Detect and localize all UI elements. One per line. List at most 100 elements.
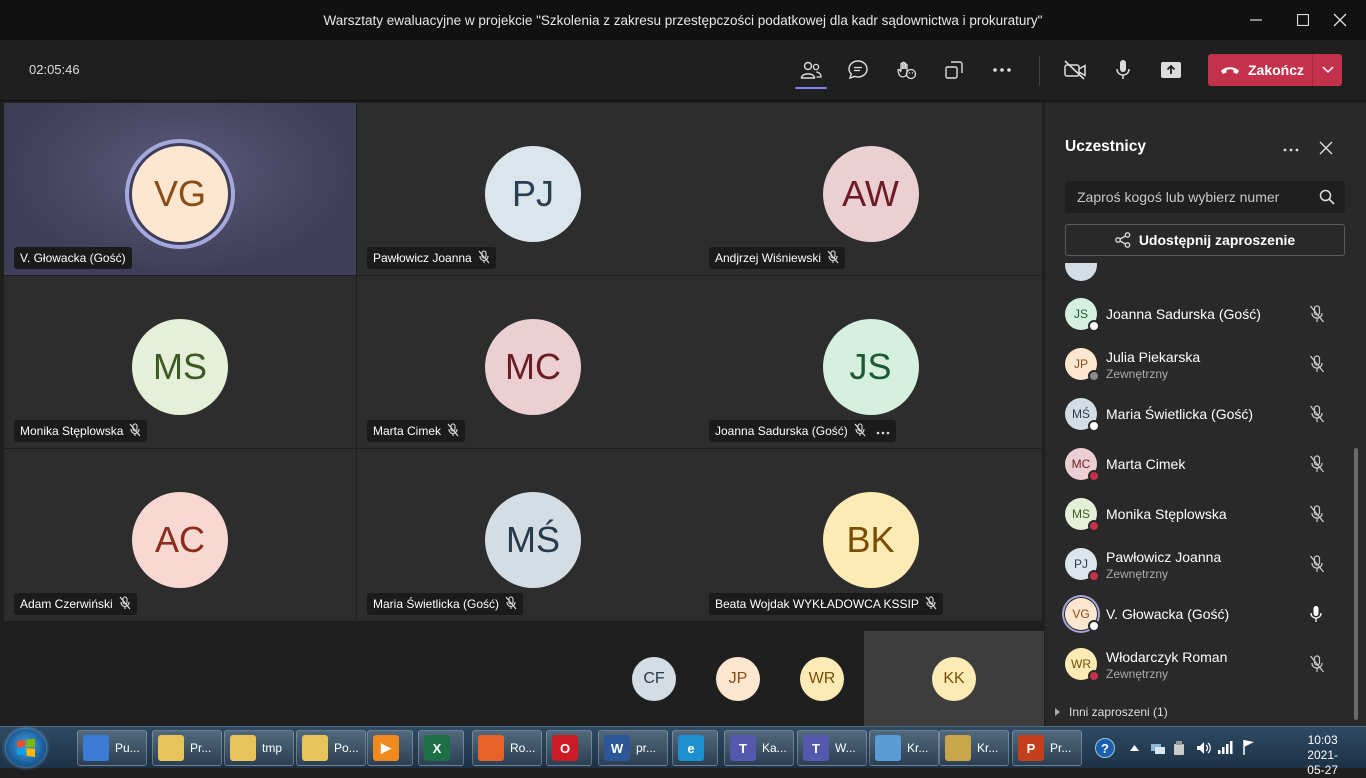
close-icon — [1319, 141, 1333, 155]
taskbar-button[interactable]: Po... — [296, 730, 366, 766]
participant-role: Zewnętrzny — [1106, 367, 1169, 381]
taskbar-button[interactable]: O — [546, 730, 592, 766]
clock-time: 10:03 — [1307, 733, 1338, 747]
leave-button[interactable]: Zakończ — [1208, 54, 1312, 86]
view-button[interactable] — [938, 54, 970, 86]
video-tile[interactable]: AC Adam Czerwiński — [4, 449, 356, 621]
participant-row[interactable]: MC Marta Cimek — [1045, 439, 1350, 489]
participant-row[interactable]: MS Monika Stęplowska — [1045, 489, 1350, 539]
participant-role: Zewnętrzny — [1106, 667, 1169, 681]
video-tile[interactable]: BK Beata Wojdak WYKŁADOWCA KSSIP — [699, 449, 1042, 621]
participant-name: Julia Piekarska — [1106, 349, 1201, 365]
overflow-avatar[interactable]: CF — [632, 657, 676, 701]
taskbar-button[interactable]: Pr... — [152, 730, 222, 766]
invite-search-input[interactable] — [1077, 189, 1317, 205]
taskbar-button[interactable]: X — [418, 730, 464, 766]
tile-more-icon[interactable] — [876, 424, 890, 438]
participant-name-tag: Monika Stęplowska — [14, 420, 148, 442]
camera-button[interactable] — [1059, 54, 1091, 86]
participant-name: Joanna Sadurska (Gość) — [1106, 306, 1261, 322]
volume-icon[interactable] — [1196, 740, 1212, 756]
participant-row[interactable]: PJ Pawłowicz Joanna Zewnętrzny — [1045, 539, 1350, 589]
video-tile[interactable]: JS Joanna Sadurska (Gość) — [699, 276, 1042, 448]
mic-muted-icon — [1309, 555, 1325, 578]
mic-muted-icon — [1309, 505, 1325, 528]
participant-name: Maria Świetlicka (Gość) — [1106, 406, 1254, 422]
chat-button[interactable] — [842, 54, 874, 86]
participant-row[interactable]: JS Joanna Sadurska (Gość) — [1045, 289, 1350, 339]
taskbar-button[interactable]: T W... — [797, 730, 867, 766]
avatar: JS — [1065, 298, 1100, 332]
start-button[interactable] — [6, 729, 46, 767]
minimize-button[interactable] — [1234, 0, 1278, 40]
participant-name: V. Głowacka (Gość) — [20, 251, 126, 265]
taskbar-button[interactable]: P Pr... — [1012, 730, 1082, 766]
taskbar-button[interactable]: Kr... — [869, 730, 939, 766]
participant-role: Zewnętrzny — [1106, 567, 1169, 581]
teams-icon: T — [730, 735, 756, 761]
chevron-right-icon — [1055, 708, 1060, 716]
action-center-flag-icon[interactable] — [1242, 739, 1256, 755]
video-tile[interactable]: PJ Pawłowicz Joanna — [357, 103, 709, 275]
panel-more-button[interactable] — [1283, 139, 1299, 157]
taskbar-button[interactable]: tmp — [224, 730, 294, 766]
usb-device-icon[interactable] — [1172, 740, 1186, 756]
mic-muted-icon — [447, 422, 459, 440]
end-options-button[interactable] — [1312, 54, 1342, 86]
video-tile[interactable]: MC Marta Cimek — [357, 276, 709, 448]
avatar: JP — [1065, 348, 1100, 382]
close-window-button[interactable] — [1318, 0, 1362, 40]
taskbar-button[interactable]: e — [672, 730, 718, 766]
share-invite-button[interactable]: Udostępnij zaproszenie — [1065, 224, 1345, 256]
participant-row[interactable]: WR Włodarczyk Roman Zewnętrzny — [1045, 639, 1350, 689]
panel-close-button[interactable] — [1319, 141, 1333, 160]
show-hidden-icons-icon[interactable] — [1130, 745, 1139, 751]
panel-scrollbar[interactable] — [1354, 448, 1358, 720]
microphone-button[interactable] — [1107, 54, 1139, 86]
taskbar-button[interactable]: T Ka... — [724, 730, 794, 766]
active-indicator — [795, 87, 827, 89]
overflow-avatar[interactable]: JP — [716, 657, 760, 701]
taskbar-button[interactable]: ▶ — [367, 730, 413, 766]
taskbar-button[interactable]: Wpr... — [598, 730, 668, 766]
clock[interactable]: 10:03 2021-05-27 — [1307, 733, 1338, 778]
presence-status-dot — [1088, 570, 1100, 582]
camera-off-icon — [1064, 60, 1086, 80]
taskbar-button-label: Pr... — [190, 741, 212, 755]
powerpoint-icon: P — [1018, 735, 1044, 761]
minimize-icon — [1250, 19, 1262, 21]
close-icon — [1333, 13, 1347, 27]
mic-muted-icon — [129, 422, 141, 440]
share-screen-button[interactable] — [1155, 54, 1187, 86]
participant-name: Pawłowicz Joanna — [1106, 549, 1222, 565]
more-actions-button[interactable] — [986, 54, 1018, 86]
mic-muted-icon — [505, 595, 517, 613]
video-tile[interactable]: AW Andjrzej Wiśniewski — [699, 103, 1042, 275]
taskbar-button[interactable]: Kr... — [939, 730, 1009, 766]
video-tile[interactable]: VG V. Głowacka (Gość) — [4, 103, 356, 275]
overflow-avatar[interactable]: KK — [932, 657, 976, 701]
participant-row[interactable]: VG V. Głowacka (Gość) — [1045, 589, 1350, 639]
word-icon: W — [604, 735, 630, 761]
taskbar-button[interactable]: Pu... — [77, 730, 147, 766]
overflow-avatar[interactable]: WR — [800, 657, 844, 701]
network-tray-icon[interactable] — [1150, 740, 1166, 756]
participant-row[interactable]: MŚ Maria Świetlicka (Gość) — [1045, 389, 1350, 439]
participant-name-tag: Beata Wojdak WYKŁADOWCA KSSIP — [709, 593, 943, 615]
invite-search[interactable] — [1065, 181, 1345, 213]
others-invited-toggle[interactable]: Inni zaproszeni (1) — [1055, 705, 1168, 719]
reactions-button[interactable] — [890, 54, 922, 86]
taskbar-button[interactable]: Ro... — [472, 730, 542, 766]
participant-name: Adam Czerwiński — [20, 597, 113, 611]
participants-button[interactable] — [795, 54, 827, 86]
video-tile[interactable]: MŚ Maria Świetlicka (Gość) — [357, 449, 709, 621]
video-tile[interactable]: MS Monika Stęplowska — [4, 276, 356, 448]
help-icon[interactable]: ? — [1095, 738, 1115, 758]
signal-icon[interactable] — [1218, 740, 1234, 754]
end-call-button[interactable]: Zakończ — [1208, 54, 1342, 86]
participant-name: Andjrzej Wiśniewski — [715, 251, 822, 265]
participant-name: Monika Stęplowska — [1106, 506, 1227, 522]
participant-row[interactable]: JP Julia Piekarska Zewnętrzny — [1045, 339, 1350, 389]
participant-name: Marta Cimek — [373, 424, 442, 438]
others-invited-label: Inni zaproszeni (1) — [1069, 705, 1168, 719]
